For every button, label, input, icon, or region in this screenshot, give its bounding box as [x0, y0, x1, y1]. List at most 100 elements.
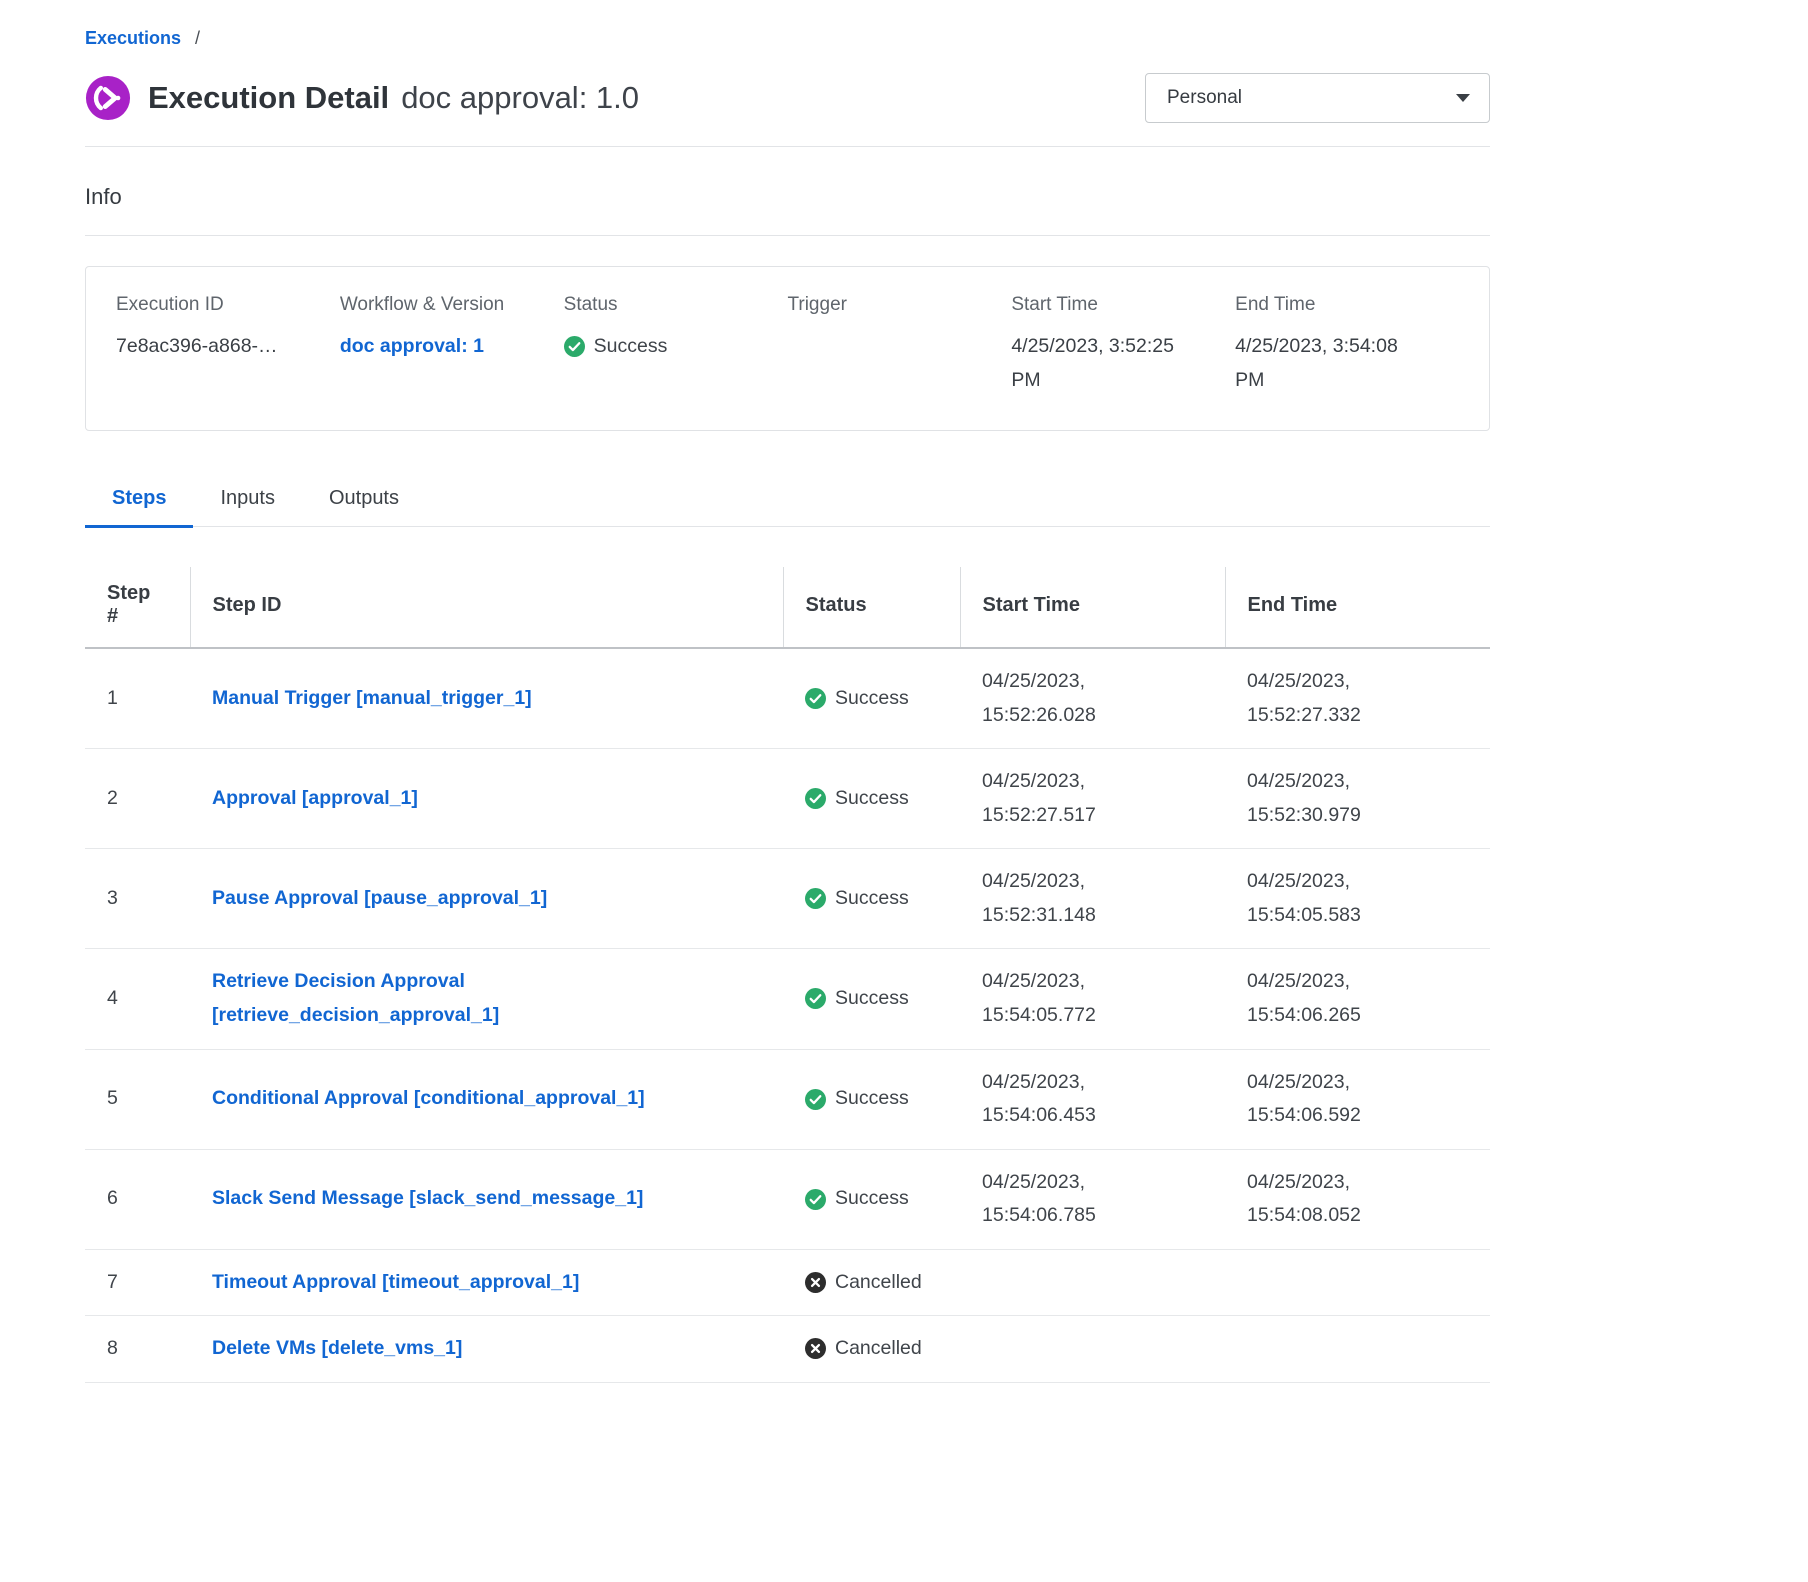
scope-dropdown[interactable]: Personal — [1145, 73, 1490, 123]
info-divider — [85, 235, 1490, 236]
status-success-icon — [564, 336, 585, 357]
info-workflow-version: Workflow & Version doc approval: 1 — [340, 294, 564, 397]
step-number-cell: 2 — [85, 749, 190, 849]
info-start-time: Start Time 4/25/2023, 3:52:25 PM — [1011, 294, 1235, 397]
header-divider — [85, 146, 1490, 147]
step-id-link[interactable]: Conditional Approval [conditional_approv… — [212, 1087, 645, 1109]
table-row: 8 Delete VMs [delete_vms_1] Cancelled — [85, 1316, 1490, 1383]
status-success-icon — [805, 688, 826, 709]
table-row: 5 Conditional Approval [conditional_appr… — [85, 1049, 1490, 1149]
step-number-cell: 7 — [85, 1249, 190, 1316]
step-end-time: 04/25/2023, 15:52:27.332 — [1225, 648, 1490, 749]
table-row: 7 Timeout Approval [timeout_approval_1] … — [85, 1249, 1490, 1316]
end-time-value: 4/25/2023, 3:54:08 PM — [1235, 329, 1415, 397]
status-success-icon — [805, 788, 826, 809]
step-number-cell: 8 — [85, 1316, 190, 1383]
step-start-time: 04/25/2023, 15:52:31.148 — [960, 849, 1225, 949]
step-id-link[interactable]: Pause Approval [pause_approval_1] — [212, 887, 547, 909]
column-header-status: Status — [783, 567, 960, 648]
status-success-icon — [805, 1089, 826, 1110]
table-row: 3 Pause Approval [pause_approval_1] Succ… — [85, 849, 1490, 949]
step-start-time — [960, 1316, 1225, 1383]
status-badge: Success — [805, 982, 960, 1016]
column-header-step-number: Step # — [85, 567, 190, 648]
status-label: Success — [835, 882, 909, 916]
tab-outputs[interactable]: Outputs — [302, 487, 426, 526]
step-id-link[interactable]: Slack Send Message [slack_send_message_1… — [212, 1187, 643, 1209]
step-start-time: 04/25/2023, 15:54:06.453 — [960, 1049, 1225, 1149]
status-success-icon — [805, 1189, 826, 1210]
cancelled-icon — [805, 1338, 826, 1359]
status-badge: Success — [564, 329, 766, 363]
start-time-label: Start Time — [1011, 294, 1213, 316]
execution-id-value: 7e8ac396-a868-… — [116, 329, 318, 363]
info-trigger: Trigger — [787, 294, 1011, 397]
status-badge: Success — [805, 882, 960, 916]
status-label: Success — [835, 982, 909, 1016]
breadcrumb-executions-link[interactable]: Executions — [85, 28, 181, 48]
table-row: 1 Manual Trigger [manual_trigger_1] Succ… — [85, 648, 1490, 749]
breadcrumb-separator: / — [195, 28, 200, 48]
step-start-time: 04/25/2023, 15:52:27.517 — [960, 749, 1225, 849]
status-label: Success — [835, 1082, 909, 1116]
table-row: 2 Approval [approval_1] Success 04/25/20… — [85, 749, 1490, 849]
step-end-time — [1225, 1316, 1490, 1383]
step-end-time: 04/25/2023, 15:54:06.265 — [1225, 949, 1490, 1049]
tab-inputs[interactable]: Inputs — [193, 487, 301, 526]
info-section-title: Info — [85, 184, 1490, 210]
status-badge: Success — [805, 782, 960, 816]
breadcrumb: Executions / — [85, 28, 1490, 49]
end-time-label: End Time — [1235, 294, 1437, 316]
step-id-link[interactable]: Retrieve Decision Approval [retrieve_dec… — [212, 970, 499, 1026]
tab-steps[interactable]: Steps — [85, 487, 193, 526]
page-header: Execution Detaildoc approval: 1.0 Person… — [85, 73, 1490, 123]
step-id-link[interactable]: Delete VMs [delete_vms_1] — [212, 1337, 462, 1359]
table-row: 6 Slack Send Message [slack_send_message… — [85, 1149, 1490, 1249]
cancelled-icon — [805, 1272, 826, 1293]
status-value: Success — [594, 329, 668, 363]
status-label: Cancelled — [835, 1332, 922, 1366]
detail-tabs: Steps Inputs Outputs — [85, 487, 1490, 527]
step-number-cell: 6 — [85, 1149, 190, 1249]
step-number-cell: 3 — [85, 849, 190, 949]
step-id-link[interactable]: Manual Trigger [manual_trigger_1] — [212, 687, 532, 709]
step-number-cell: 1 — [85, 648, 190, 749]
status-label: Success — [835, 1182, 909, 1216]
step-number-cell: 4 — [85, 949, 190, 1049]
table-header-row: Step # Step ID Status Start Time End Tim… — [85, 567, 1490, 648]
column-header-start-time: Start Time — [960, 567, 1225, 648]
step-end-time: 04/25/2023, 15:52:30.979 — [1225, 749, 1490, 849]
info-status: Status Success — [564, 294, 788, 397]
start-time-value: 4/25/2023, 3:52:25 PM — [1011, 329, 1191, 397]
workflow-version-label: Workflow & Version — [340, 294, 542, 316]
trigger-label: Trigger — [787, 294, 989, 316]
status-badge: Success — [805, 1182, 960, 1216]
scope-dropdown-value: Personal — [1167, 87, 1242, 109]
step-id-link[interactable]: Timeout Approval [timeout_approval_1] — [212, 1271, 579, 1293]
step-end-time — [1225, 1249, 1490, 1316]
step-start-time — [960, 1249, 1225, 1316]
chevron-down-icon — [1456, 94, 1470, 102]
step-start-time: 04/25/2023, 15:52:26.028 — [960, 648, 1225, 749]
step-end-time: 04/25/2023, 15:54:08.052 — [1225, 1149, 1490, 1249]
status-label: Success — [835, 682, 909, 716]
step-id-link[interactable]: Approval [approval_1] — [212, 787, 418, 809]
status-badge: Cancelled — [805, 1266, 960, 1300]
status-label-heading: Status — [564, 294, 766, 316]
workflow-version-link[interactable]: doc approval: 1 — [340, 335, 484, 357]
steps-table: Step # Step ID Status Start Time End Tim… — [85, 567, 1490, 1382]
step-end-time: 04/25/2023, 15:54:06.592 — [1225, 1049, 1490, 1149]
step-number-cell: 5 — [85, 1049, 190, 1149]
status-label: Success — [835, 782, 909, 816]
status-success-icon — [805, 988, 826, 1009]
step-start-time: 04/25/2023, 15:54:05.772 — [960, 949, 1225, 1049]
step-start-time: 04/25/2023, 15:54:06.785 — [960, 1149, 1225, 1249]
status-badge: Success — [805, 1082, 960, 1116]
column-header-step-id: Step ID — [190, 567, 783, 648]
status-success-icon — [805, 888, 826, 909]
steps-table-body: 1 Manual Trigger [manual_trigger_1] Succ… — [85, 648, 1490, 1382]
workflow-brand-icon — [85, 75, 131, 121]
execution-detail-page: Executions / Execution Detaildoc approva… — [85, 0, 1490, 1383]
step-end-time: 04/25/2023, 15:54:05.583 — [1225, 849, 1490, 949]
status-badge: Cancelled — [805, 1332, 960, 1366]
